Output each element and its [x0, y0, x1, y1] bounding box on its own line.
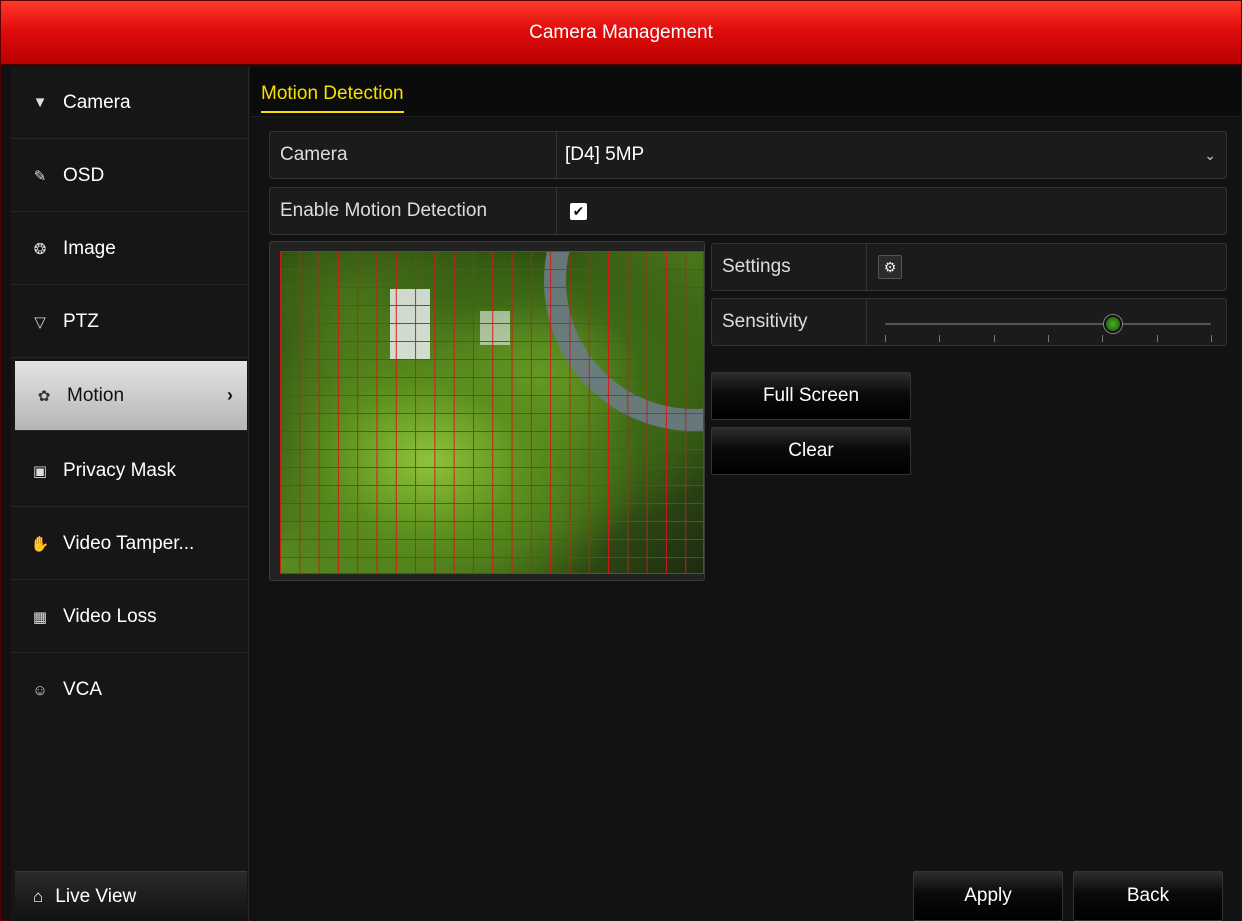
sidebar-item-label: Motion	[67, 384, 125, 406]
sidebar-item-label: Video Tamper...	[63, 532, 195, 554]
full-screen-button[interactable]: Full Screen	[711, 372, 911, 420]
slider-handle[interactable]	[1104, 315, 1123, 333]
enable-motion-checkbox[interactable]: ✔	[570, 202, 587, 220]
sidebar-item-camera[interactable]: ▼ Camera	[11, 67, 249, 139]
camera-row: Camera [D4] 5MP ⌄	[269, 131, 1227, 179]
enable-motion-label: Enable Motion Detection	[280, 200, 488, 221]
slider-tick	[993, 335, 995, 342]
motion-preview-frame	[269, 241, 705, 581]
sidebar-item-label: Privacy Mask	[63, 459, 176, 481]
sidebar-item-image[interactable]: ❂ Image	[11, 213, 249, 285]
chevron-down-icon: ⌄	[1204, 146, 1216, 163]
settings-label: Settings	[722, 256, 791, 277]
camera-management-window: Camera Management ▼ Camera ✎ OSD ❂ Image…	[0, 0, 1242, 921]
sidebar-item-label: VCA	[63, 679, 103, 700]
slider-tick	[885, 335, 886, 342]
sidebar-item-privacy-mask[interactable]: ▣ Privacy Mask	[11, 435, 249, 507]
vca-icon: ☺	[32, 681, 48, 699]
sidebar-item-label: OSD	[63, 164, 105, 186]
slider-track	[885, 323, 1211, 325]
live-view-label: Live View	[55, 885, 137, 907]
row-divider	[866, 244, 867, 290]
gear-icon: ⚙	[883, 258, 897, 275]
slider-ticks	[885, 335, 1212, 343]
camera-label: Camera	[280, 144, 348, 165]
image-icon: ❂	[33, 240, 47, 258]
privacy-mask-icon: ▣	[32, 462, 48, 480]
video-tamper-icon: ✋	[30, 535, 50, 553]
sidebar: ▼ Camera ✎ OSD ❂ Image ▽ PTZ ✿ Motion › …	[11, 67, 249, 921]
osd-icon: ✎	[33, 167, 47, 185]
motion-detection-area[interactable]	[280, 251, 704, 574]
ptz-icon: ▽	[34, 313, 46, 331]
slider-tick	[1048, 335, 1049, 342]
sidebar-item-vca[interactable]: ☺ VCA	[11, 654, 249, 726]
sensitivity-label: Sensitivity	[722, 311, 808, 332]
main-content: Motion Detection Camera [D4] 5MP ⌄ Enabl…	[251, 67, 1241, 921]
sidebar-item-ptz[interactable]: ▽ PTZ	[11, 286, 249, 358]
row-divider	[556, 188, 557, 234]
slider-tick	[1211, 335, 1212, 342]
slider-tick	[939, 335, 941, 342]
slider-tick	[1102, 335, 1104, 342]
sidebar-item-label: Camera	[63, 91, 131, 113]
back-button[interactable]: Back	[1073, 871, 1223, 921]
sidebar-item-label: PTZ	[63, 310, 99, 332]
sidebar-item-label: Image	[63, 237, 116, 259]
enable-motion-row: Enable Motion Detection ✔	[269, 187, 1227, 235]
clear-button[interactable]: Clear	[711, 427, 911, 475]
motion-icon: ✿	[37, 387, 51, 405]
chevron-right-icon: ›	[227, 385, 233, 405]
sidebar-item-label: Video Loss	[63, 605, 157, 627]
camera-select[interactable]: [D4] 5MP ⌄	[557, 132, 1226, 178]
settings-row: Settings ⚙	[711, 243, 1227, 291]
camera-icon: ▼	[32, 94, 48, 111]
camera-select-value: [D4] 5MP	[565, 144, 645, 165]
motion-grid	[280, 251, 704, 574]
window-title: Camera Management	[1, 1, 1241, 65]
sensitivity-slider[interactable]	[867, 299, 1226, 345]
settings-gear-button[interactable]: ⚙	[878, 255, 902, 279]
sensitivity-row: Sensitivity	[711, 298, 1227, 346]
live-view-button[interactable]: ⌂ Live View	[15, 871, 247, 921]
sidebar-item-video-loss[interactable]: ▦ Video Loss	[11, 581, 249, 653]
video-loss-icon: ▦	[32, 608, 48, 626]
sidebar-item-osd[interactable]: ✎ OSD	[11, 140, 249, 212]
apply-button[interactable]: Apply	[913, 871, 1063, 921]
tab-bar: Motion Detection	[251, 67, 1241, 117]
sidebar-item-video-tamper[interactable]: ✋ Video Tamper...	[11, 508, 249, 580]
sidebar-item-motion[interactable]: ✿ Motion ›	[15, 361, 247, 431]
slider-tick	[1156, 335, 1158, 342]
home-icon: ⌂	[33, 886, 44, 906]
tab-motion-detection[interactable]: Motion Detection	[261, 83, 404, 113]
